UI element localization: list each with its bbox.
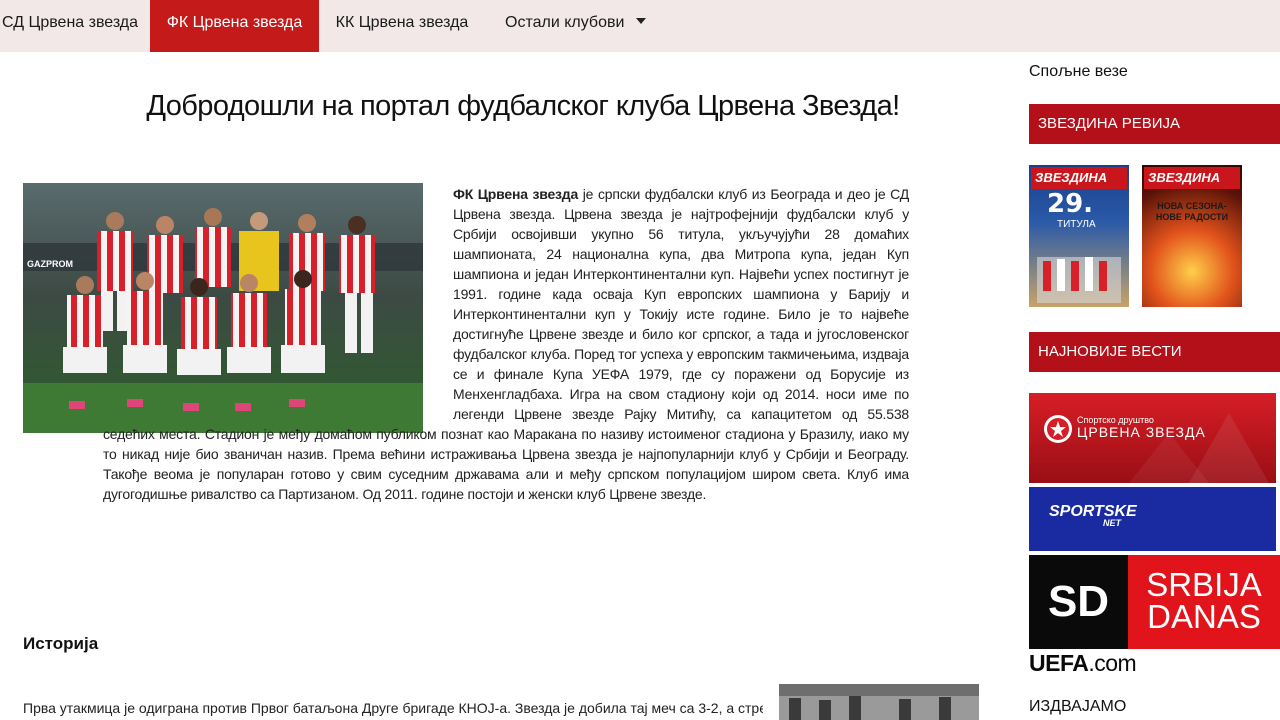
uefa-domain: .com bbox=[1088, 650, 1137, 676]
magazine-cover-art bbox=[1037, 257, 1121, 303]
uefa-bold: UEFA bbox=[1029, 650, 1089, 676]
magazine-cover-1[interactable]: ЗВЕЗДИНА 29. ТИТУЛА bbox=[1029, 165, 1129, 307]
nav-label: ФК Црвена звезда bbox=[166, 14, 303, 31]
photo-float-spacer bbox=[103, 184, 453, 424]
history-photo bbox=[779, 684, 979, 720]
nav-other-clubs-dropdown[interactable]: Остали клубови bbox=[485, 0, 655, 52]
magazine-caption: НОВА СЕЗОНА-НОВЕ РАДОСТИ bbox=[1155, 201, 1229, 222]
nav-fk-crvena-zvezda[interactable]: ФК Црвена звезда bbox=[150, 0, 319, 52]
sd-logo-text: SD bbox=[1029, 555, 1128, 649]
nav-label: Остали клубови bbox=[505, 14, 625, 31]
magazine-title: ЗВЕЗДИНА bbox=[1144, 167, 1240, 189]
sportske-text: SPORTSKE bbox=[1049, 503, 1137, 520]
sportske-net-ad[interactable]: SPORTSKE NET bbox=[1029, 487, 1276, 551]
nav-kk-crvena-zvezda[interactable]: КК Црвена звезда bbox=[319, 0, 485, 52]
srbija-danas-text: SRBIJA DANAS bbox=[1128, 555, 1280, 649]
intro-club-name: ФК Црвена звезда bbox=[453, 186, 579, 202]
revija-banner[interactable]: ЗВЕЗДИНА РЕВИЈА bbox=[1029, 104, 1280, 144]
history-photo-illustration bbox=[779, 684, 979, 720]
srbija-word: SRBIJA bbox=[1146, 566, 1262, 603]
external-links-heading: Спољне везе bbox=[1029, 63, 1128, 80]
intro-paragraph: ФК Црвена звезда је српски фудбалски клу… bbox=[103, 184, 909, 504]
latest-news-banner[interactable]: НАЈНОВИЈЕ ВЕСТИ bbox=[1029, 332, 1280, 372]
sdcz-big-text: ЦРВЕНА ЗВЕЗДА bbox=[1077, 424, 1206, 440]
caret-down-icon bbox=[636, 18, 647, 24]
nav-sd-crvena-zvezda[interactable]: СД Црвена звезда bbox=[0, 0, 148, 52]
featured-heading: ИЗДВАЈАМО bbox=[1029, 698, 1127, 715]
history-paragraph: Прва утакмица је одиграна против Првог б… bbox=[23, 700, 763, 716]
top-nav: СД Црвена звезда ФК Црвена звезда КК Црв… bbox=[0, 0, 1280, 52]
nav-label: СД Црвена звезда bbox=[2, 14, 139, 31]
nav-label: КК Црвена звезда bbox=[335, 14, 469, 31]
uefa-link[interactable]: UEFA.com bbox=[1029, 650, 1137, 677]
sd-crvena-zvezda-ad[interactable]: Спортско друштво ЦРВЕНА ЗВЕЗДА bbox=[1029, 393, 1276, 483]
danas-word: DANAS bbox=[1147, 598, 1261, 635]
sportske-net-text: NET bbox=[1103, 518, 1121, 528]
history-heading: Историја bbox=[23, 634, 99, 653]
srbija-danas-ad[interactable]: SD SRBIJA DANAS bbox=[1029, 555, 1280, 649]
magazine-cover-2[interactable]: ЗВЕЗДИНА НОВА СЕЗОНА-НОВЕ РАДОСТИ bbox=[1142, 165, 1242, 307]
page-title: Добродошли на портал фудбалског клуба Цр… bbox=[146, 90, 900, 122]
photo-sponsor-text: GAZPROM bbox=[27, 259, 73, 269]
